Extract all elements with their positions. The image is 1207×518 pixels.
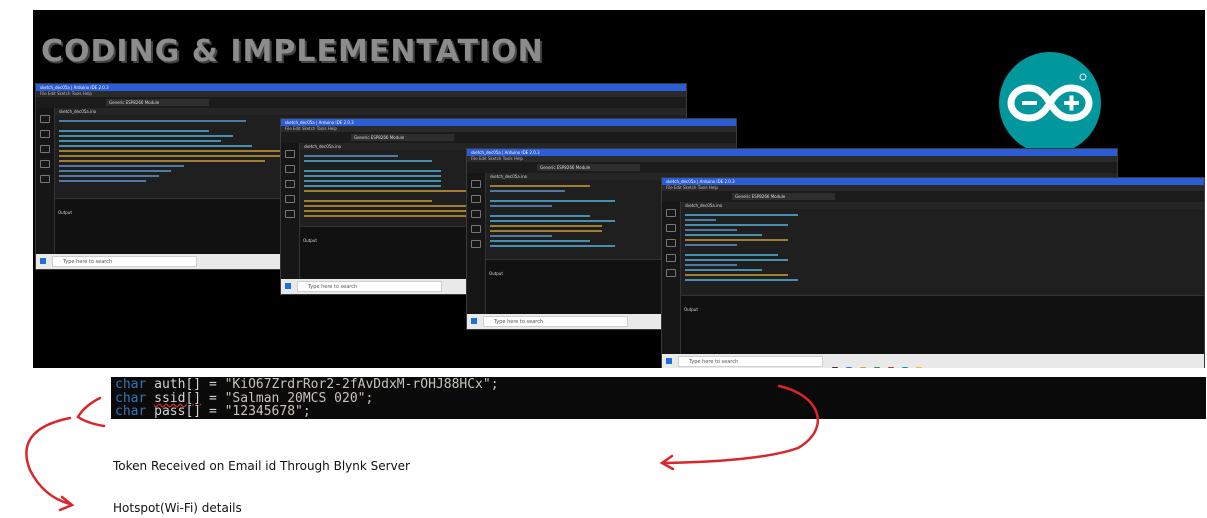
library-icon[interactable] [40, 145, 50, 153]
code-snippet: char auth[] = "KiO67ZrdrRor2-2fAvDdxM-rO… [111, 377, 1206, 419]
toolbar: Generic ESP8266 Module [281, 132, 736, 143]
activity-sidebar [467, 173, 486, 314]
library-icon[interactable] [471, 210, 481, 218]
arduino-icon[interactable] [902, 367, 908, 368]
activity-sidebar [36, 108, 55, 254]
taskbar-search-input[interactable]: Type here to search [483, 316, 628, 327]
boards-icon[interactable] [40, 130, 50, 138]
folder-icon[interactable] [40, 115, 50, 123]
board-select[interactable]: Generic ESP8266 Module [106, 99, 209, 106]
folder-icon[interactable] [285, 150, 295, 158]
boards-icon[interactable] [666, 224, 676, 232]
code-line-ssid: char ssid[] = "Salman 20MCS 020"; [111, 391, 1206, 406]
taskbar-search-input[interactable]: Type here to search [678, 356, 823, 367]
taskbar-apps [832, 358, 930, 368]
code-variable: pass[] [154, 404, 202, 419]
folder-icon[interactable] [860, 367, 866, 368]
search-icon[interactable] [471, 240, 481, 248]
output-label: Output [489, 271, 503, 277]
folder-icon[interactable] [471, 180, 481, 188]
edge-icon[interactable] [846, 367, 852, 368]
taskbar-search-input[interactable]: Type here to search [297, 281, 442, 292]
store-icon[interactable] [874, 367, 880, 368]
library-icon[interactable] [285, 180, 295, 188]
windows-start-icon[interactable] [666, 358, 672, 364]
file-tab[interactable]: sketch_dec05a.ino [55, 108, 686, 115]
toolbar: Generic ESP8266 Module [36, 97, 686, 108]
output-panel: Output [681, 295, 1204, 354]
slide-screenshot: CODING & IMPLEMENTATION sketch_dec05a | … [33, 10, 1205, 368]
chrome-icon[interactable] [888, 367, 894, 368]
code-line-pass: char pass[] = "12345678"; [111, 405, 1206, 419]
search-icon[interactable] [40, 175, 50, 183]
folder-icon[interactable] [666, 209, 676, 217]
arduino-logo-icon [999, 52, 1101, 154]
ide-window-4[interactable]: sketch_dec05a | Arduino IDE 2.0.3 File E… [661, 177, 1205, 368]
windows-start-icon[interactable] [40, 258, 46, 264]
hotspot-annotation: Hotspot(Wi-Fi) details [113, 501, 242, 515]
output-label: Output [303, 238, 317, 244]
output-label: Output [684, 307, 698, 313]
board-select[interactable]: Generic ESP8266 Module [732, 193, 835, 200]
debug-icon[interactable] [471, 225, 481, 233]
code-line-auth: char auth[] = "KiO67ZrdrRor2-2fAvDdxM-rO… [111, 378, 1206, 392]
toolbar: Generic ESP8266 Module [662, 191, 1204, 202]
windows-start-icon[interactable] [285, 283, 291, 289]
code-string: "12345678"; [224, 404, 311, 419]
search-icon[interactable] [285, 210, 295, 218]
taskbar: Type here to search [662, 354, 1204, 368]
boards-icon[interactable] [471, 195, 481, 203]
windows-start-icon[interactable] [471, 318, 477, 324]
activity-sidebar [662, 202, 681, 354]
library-icon[interactable] [666, 239, 676, 247]
board-select[interactable]: Generic ESP8266 Module [537, 164, 640, 171]
app-icon[interactable] [832, 367, 838, 368]
file-tab[interactable]: sketch_dec05a.ino [681, 202, 1204, 209]
toolbar: Generic ESP8266 Module [467, 162, 1117, 173]
window-titlebar: sketch_dec05a | Arduino IDE 2.0.3 [281, 119, 736, 126]
window-titlebar: sketch_dec05a | Arduino IDE 2.0.3 [662, 178, 1204, 185]
search-icon[interactable] [666, 269, 676, 277]
taskbar-search-input[interactable]: Type here to search [52, 256, 197, 267]
activity-sidebar [281, 143, 300, 279]
app-icon[interactable] [916, 367, 922, 368]
window-titlebar: sketch_dec05a | Arduino IDE 2.0.3 [36, 84, 686, 91]
code-equals: = [208, 404, 217, 419]
window-titlebar: sketch_dec05a | Arduino IDE 2.0.3 [467, 149, 1117, 156]
debug-icon[interactable] [285, 195, 295, 203]
slide-title: CODING & IMPLEMENTATION [41, 34, 544, 69]
code-editor[interactable]: sketch_dec05a.ino Output [681, 202, 1204, 354]
debug-icon[interactable] [40, 160, 50, 168]
board-select[interactable]: Generic ESP8266 Module [351, 134, 454, 141]
code-keyword: char [115, 404, 147, 419]
debug-icon[interactable] [666, 254, 676, 262]
output-label: Output [58, 209, 72, 215]
code-lines [681, 209, 1204, 286]
token-annotation: Token Received on Email id Through Blynk… [113, 459, 410, 473]
boards-icon[interactable] [285, 165, 295, 173]
